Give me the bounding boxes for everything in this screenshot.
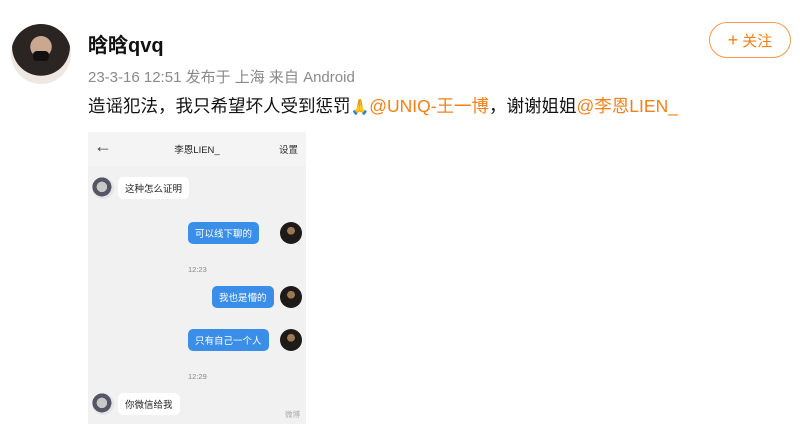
post-text: 造谣犯法，我只希望坏人受到惩罚🙏@UNIQ-王一博，谢谢姐姐@李恩LIEN_ [88,93,678,118]
post-source: 来自 Android [268,69,355,86]
follow-button[interactable]: + 关注 [709,22,791,58]
avatar [92,177,114,199]
chat-settings: 设置 [278,145,298,156]
post-text-part2: ，谢谢姐姐 [489,96,577,116]
avatar [280,222,302,244]
post-location: 发布于 上海 [185,69,265,86]
mention-uniq[interactable]: @UNIQ-王一博 [369,96,489,116]
follow-label: 关注 [742,32,773,50]
message-bubble: 你微信给我 [118,393,180,415]
avatar [92,393,114,415]
mention-lien[interactable]: @李恩LIEN_ [577,96,678,116]
timestamp: 12:29 [188,372,207,381]
chat-screenshot-image[interactable]: ← 李恩LIEN_ 设置 这种怎么证明 可以线下聊的 12:23 我也是懵的 只… [88,132,306,424]
pray-emoji-icon: 🙏 [350,99,370,116]
message-bubble: 只有自己一个人 [188,329,269,351]
avatar [280,286,302,308]
avatar [280,329,302,351]
post-time: 23-3-16 12:51 [88,69,182,86]
post-text-part1: 造谣犯法，我只希望坏人受到惩罚 [88,96,351,116]
plus-icon: + [727,30,739,50]
message-bubble: 这种怎么证明 [118,177,190,199]
user-avatar[interactable] [11,24,71,84]
message-bubble: 我也是懵的 [212,286,274,308]
watermark: 微博 [285,410,300,419]
post-meta: 23-3-16 12:51 发布于 上海 来自 Android [88,66,355,87]
chat-title: 李恩LIEN_ [174,145,220,156]
username[interactable]: 晗晗qvq [88,29,164,58]
message-bubble: 可以线下聊的 [188,222,260,244]
timestamp: 12:23 [188,265,207,274]
